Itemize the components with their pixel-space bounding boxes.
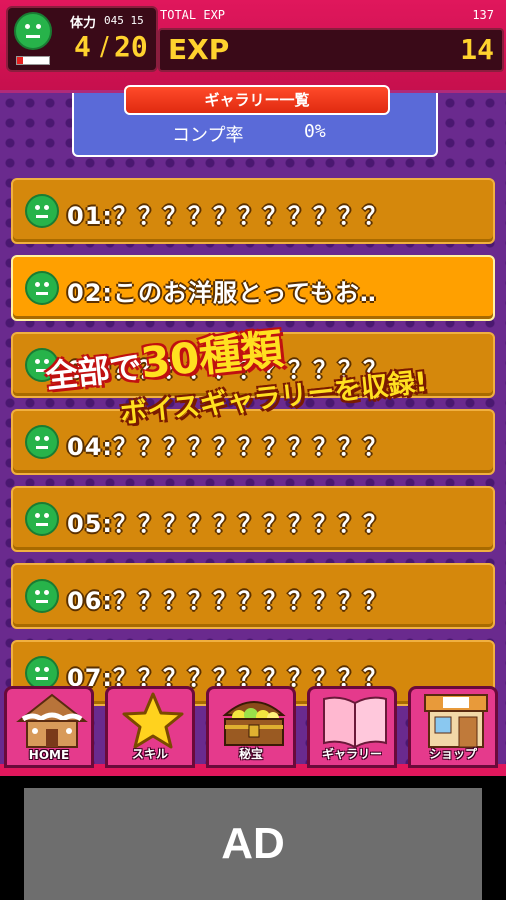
gallery-item-text: 05:？？？？？？？？？？？ — [67, 510, 388, 538]
gallery-item-06[interactable]: 06:？？？？？？？？？？？ — [11, 563, 495, 629]
promo-prefix: 全部で — [43, 347, 144, 396]
bottom-nav: HOME スキル 秘宝 ギャラリー ショップ — [0, 686, 506, 778]
nav-treasure-button[interactable]: 秘宝 — [206, 686, 296, 768]
shop-icon — [424, 694, 488, 748]
status-header: 体力 045 15 4 / 20 TOTAL EXP 137 EXP 14 — [0, 0, 506, 98]
ad-area: AD — [0, 776, 506, 900]
completion-value: 0% — [304, 121, 326, 142]
treasure-chest-icon — [222, 701, 286, 746]
nav-shop-button[interactable]: ショップ — [408, 686, 498, 768]
gallery-item-05[interactable]: 05:？？？？？？？？？？？ — [11, 486, 495, 552]
stamina-current: 4 — [74, 30, 91, 63]
total-exp-label: TOTAL EXP — [160, 8, 226, 22]
stamina-separator: / — [100, 32, 109, 62]
nav-gallery-button[interactable]: ギャラリー — [307, 686, 397, 768]
gallery-content: ギャラリー一覧 コンプ率 0% 01:？？？？？？？？？？？ 02:このお洋服と… — [0, 85, 506, 773]
face-icon — [25, 271, 59, 305]
total-exp-value: 137 — [472, 8, 494, 22]
nav-label: 秘宝 — [238, 747, 263, 761]
gallery-item-text: 01:？？？？？？？？？？？ — [67, 202, 388, 230]
stamina-panel: 体力 045 15 4 / 20 — [6, 6, 158, 72]
gallery-item-02[interactable]: 02:このお洋服とってもお‥ — [11, 255, 495, 321]
stamina-timer: 045 15 — [104, 14, 144, 27]
exp-panel: EXP 14 — [158, 28, 504, 72]
exp-value: 14 — [460, 33, 494, 66]
face-icon — [25, 194, 59, 228]
gallery-title: ギャラリー一覧 — [124, 85, 390, 115]
gallery-summary-panel: ギャラリー一覧 コンプ率 0% — [72, 85, 438, 157]
face-icon — [25, 579, 59, 613]
face-icon — [25, 656, 59, 690]
gallery-item-04[interactable]: 04:？？？？？？？？？？？ — [11, 409, 495, 475]
stamina-max: 20 — [114, 30, 148, 63]
gallery-item-text: 06:？？？？？？？？？？？ — [67, 587, 388, 615]
house-icon — [16, 693, 88, 748]
nav-label: HOME — [28, 748, 70, 762]
star-icon — [122, 692, 184, 749]
exp-label: EXP — [168, 33, 230, 66]
stamina-bar-fill — [17, 57, 24, 64]
face-icon — [14, 12, 52, 50]
nav-home-button[interactable]: HOME — [4, 686, 94, 768]
gallery-item-01[interactable]: 01:？？？？？？？？？？？ — [11, 178, 495, 244]
stamina-bar — [16, 56, 50, 65]
app-root: 体力 045 15 4 / 20 TOTAL EXP 137 EXP 14 ギャ… — [0, 0, 506, 900]
nav-skill-button[interactable]: スキル — [105, 686, 195, 768]
nav-label: スキル — [131, 747, 168, 761]
ad-label: AD — [221, 819, 285, 868]
book-icon — [323, 696, 387, 749]
ad-banner[interactable]: AD — [24, 788, 482, 900]
face-icon — [25, 425, 59, 459]
completion-label: コンプ率 — [172, 125, 244, 146]
gallery-item-text: 04:？？？？？？？？？？？ — [67, 433, 388, 461]
nav-label: ショップ — [428, 747, 477, 761]
gallery-item-text: 02:このお洋服とってもお‥ — [67, 279, 377, 307]
face-icon — [25, 502, 59, 536]
stamina-label: 体力 — [70, 16, 97, 31]
nav-label: ギャラリー — [321, 747, 382, 761]
